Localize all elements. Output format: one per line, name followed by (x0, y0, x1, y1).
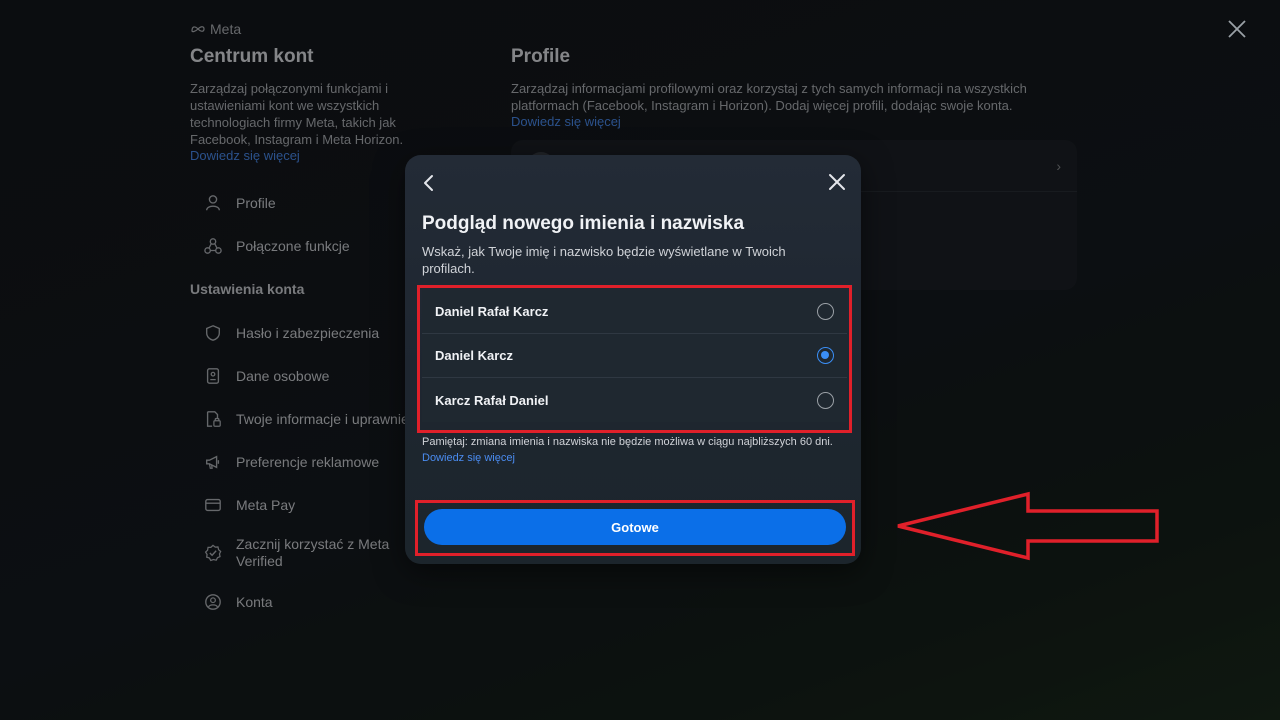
close-icon[interactable] (827, 172, 847, 192)
name-option-label: Daniel Karcz (435, 348, 514, 363)
name-preview-dialog: Podgląd nowego imienia i nazwiska Wskaż,… (405, 155, 861, 564)
done-button[interactable]: Gotowe (424, 509, 846, 545)
radio-button[interactable] (817, 391, 834, 409)
radio-button-selected[interactable] (817, 347, 834, 364)
note-learn-more-link[interactable]: Dowiedz się więcej (422, 452, 515, 464)
note-text: Pamiętaj: zmiana imienia i nazwiska nie … (422, 436, 833, 448)
name-option-label: Daniel Rafał Karcz (435, 304, 549, 319)
name-option[interactable]: Daniel Karcz (422, 334, 847, 378)
name-option-label: Karcz Rafał Daniel (435, 392, 549, 408)
close-page-icon[interactable] (1226, 18, 1248, 40)
dialog-title: Podgląd nowego imienia i nazwiska (422, 213, 745, 234)
annotation-arrow-icon (897, 491, 1159, 561)
name-options-highlight: Daniel Rafał Karcz Daniel Karcz Karcz Ra… (417, 285, 852, 433)
change-limit-note: Pamiętaj: zmiana imienia i nazwiska nie … (422, 434, 842, 466)
name-option[interactable]: Daniel Rafał Karcz (422, 290, 847, 334)
name-option[interactable]: Karcz Rafał Daniel (422, 378, 847, 422)
radio-button[interactable] (817, 303, 834, 320)
done-button-highlight: Gotowe (415, 500, 855, 556)
back-arrow-icon[interactable] (419, 173, 439, 193)
dialog-subtitle: Wskaż, jak Twoje imię i nazwisko będzie … (422, 244, 786, 276)
